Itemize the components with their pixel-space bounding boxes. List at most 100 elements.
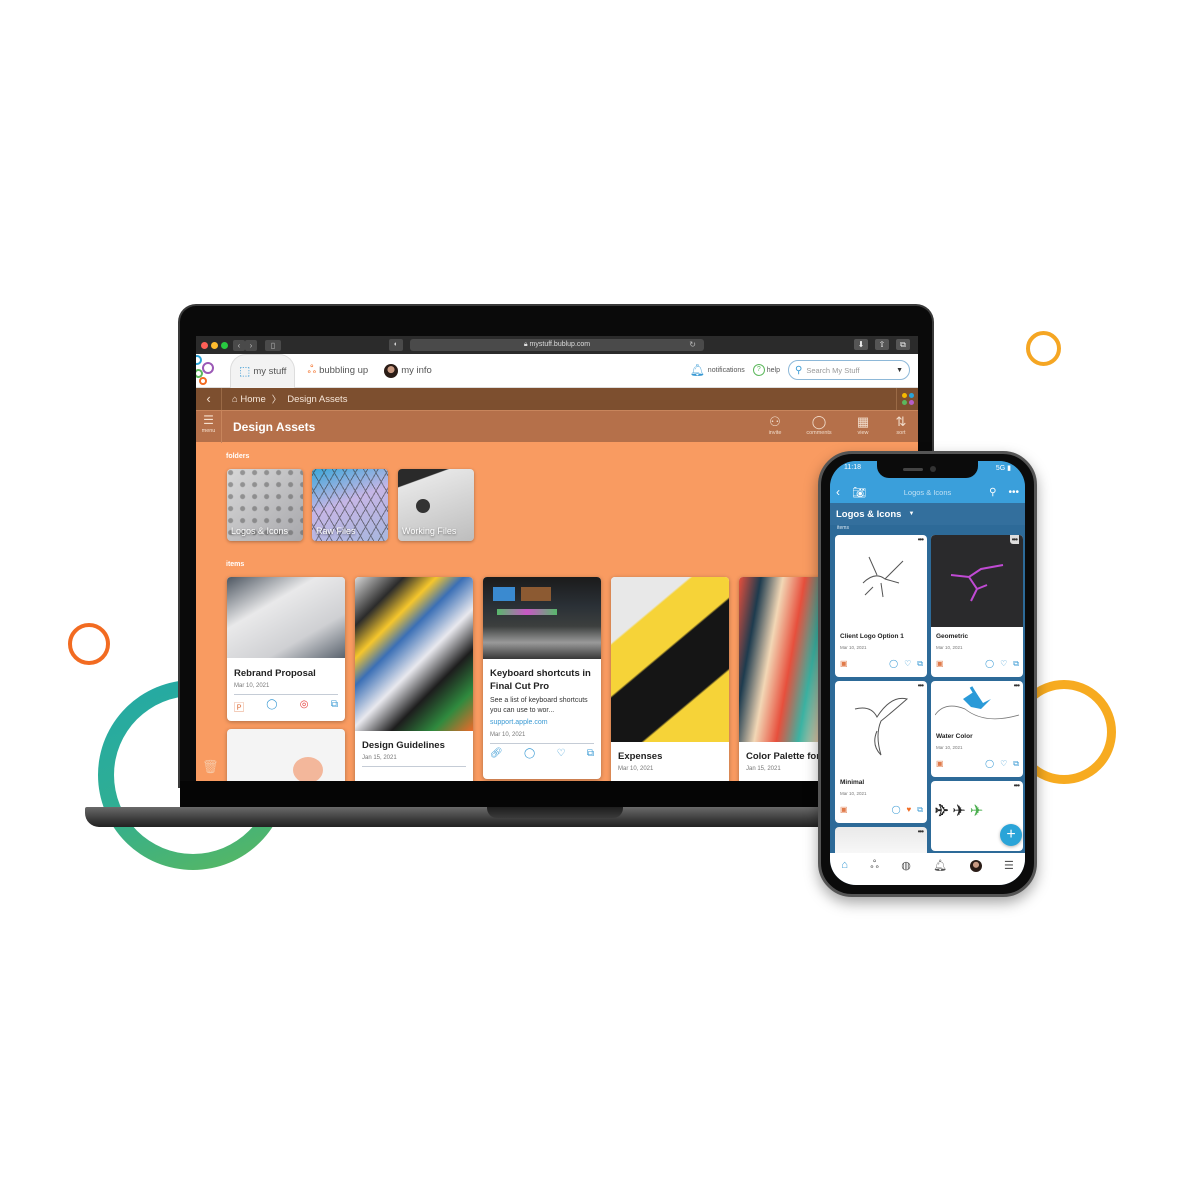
more-icon[interactable]: •••: [918, 681, 924, 690]
item-card[interactable]: Expenses Mar 10, 2021: [611, 577, 729, 781]
browser-back-button[interactable]: ‹: [233, 339, 245, 351]
phone-notch: [877, 461, 978, 478]
tab-bubbling-up[interactable]: ஃ: [870, 859, 879, 873]
folder-card[interactable]: Working Files: [398, 469, 474, 541]
copy-icon[interactable]: ⧉: [331, 699, 338, 714]
item-title: Expenses: [618, 751, 663, 762]
more-icon[interactable]: •••: [1014, 781, 1020, 790]
image-icon[interactable]: ▣: [840, 659, 848, 669]
item-thumbnail: [931, 535, 1023, 627]
share-button[interactable]: ⇧: [875, 339, 889, 350]
item-card[interactable]: Design Guidelines Jan 15, 2021: [355, 577, 473, 781]
search-input[interactable]: ⚲ Search My Stuff ▼: [788, 360, 910, 380]
dropdown-icon: ▼: [908, 511, 915, 517]
apps-grid-icon[interactable]: [896, 388, 918, 410]
item-card[interactable]: Rebrand Proposal Mar 10, 2021 🄿 ◯ ◎ ⧉: [227, 577, 345, 721]
image-icon[interactable]: ▣: [840, 805, 848, 815]
comments-button[interactable]: ◯ comments: [802, 414, 836, 437]
tab-my-info[interactable]: my info: [384, 363, 432, 378]
like-icon[interactable]: ♡: [557, 748, 566, 759]
back-button[interactable]: ‹: [196, 388, 222, 410]
browser-forward-button[interactable]: ›: [245, 339, 257, 351]
comment-icon: ◯: [811, 414, 827, 429]
status-signal: 5G ▮: [995, 465, 1011, 472]
download-button[interactable]: ⬇: [854, 339, 868, 350]
tab-bubbling-up[interactable]: ஃ bubbling up: [307, 364, 368, 378]
breadcrumb-home[interactable]: ⌂ Home: [232, 394, 266, 405]
phone-item-card[interactable]: ••• Client Logo Option 1 Mar 10, 2021 ▣ …: [835, 535, 927, 677]
tab-explore[interactable]: ◍: [901, 859, 911, 872]
copy-icon[interactable]: ⧉: [587, 748, 594, 759]
copy-icon[interactable]: ⧉: [917, 659, 923, 669]
phone-item-card[interactable]: ••• Minimal Mar 10, 2021 ▣ ◯ ♥ ⧉: [835, 681, 927, 823]
tab-my-stuff[interactable]: ⌂: [841, 859, 848, 871]
like-icon[interactable]: ♡: [1000, 659, 1007, 669]
more-icon[interactable]: •••: [1008, 487, 1019, 498]
comment-icon[interactable]: ◯: [266, 699, 277, 714]
comment-icon[interactable]: ◯: [524, 748, 535, 759]
tab-my-stuff[interactable]: ⬚ my stuff: [230, 353, 296, 388]
copy-icon[interactable]: ⧉: [917, 805, 923, 815]
item-card[interactable]: [227, 729, 345, 781]
minimize-window-button[interactable]: [211, 341, 218, 349]
browser-toolbar: ‹ › ▯ ◐ 🔒︎ mystuff.bublup.com ↻ ⬇ ⇧ ⧉: [196, 336, 918, 354]
lock-icon: 🔒︎: [523, 341, 528, 348]
menu-button[interactable]: ☰ menu: [196, 410, 222, 443]
target-icon[interactable]: ◎: [300, 699, 309, 714]
sidebar-toggle-button[interactable]: ▯: [265, 339, 281, 351]
comment-icon[interactable]: ◯: [985, 759, 994, 769]
item-title: Keyboard shortcuts in Final Cut Pro: [490, 668, 591, 692]
phone-item-date: Mar 10, 2021: [936, 645, 963, 650]
link-icon[interactable]: 🔗︎: [490, 748, 503, 759]
folder-card[interactable]: Logos & Icons: [227, 469, 303, 541]
view-button[interactable]: ▦ view: [852, 414, 874, 437]
like-icon[interactable]: ♡: [904, 659, 911, 669]
more-icon[interactable]: •••: [918, 535, 924, 544]
notifications-button[interactable]: 🔔︎ notifications: [690, 363, 745, 377]
item-title: Design Guidelines: [362, 740, 445, 751]
help-button[interactable]: ? help: [752, 364, 780, 376]
reload-icon[interactable]: ↻: [689, 339, 696, 351]
tab-profile[interactable]: [969, 860, 982, 872]
copy-icon[interactable]: ⧉: [1013, 659, 1019, 669]
image-icon[interactable]: ▣: [936, 759, 944, 769]
box-icon: ⬚: [239, 364, 251, 378]
bublup-logo[interactable]: [196, 354, 222, 388]
folder-card[interactable]: Raw Files: [312, 469, 388, 541]
liked-heart-icon[interactable]: ♥: [907, 805, 912, 815]
privacy-shield-icon[interactable]: ◐: [389, 339, 403, 351]
image-icon[interactable]: ▣: [936, 659, 944, 669]
comment-icon[interactable]: ◯: [889, 659, 898, 669]
phone-item-date: Mar 10, 2021: [840, 791, 867, 796]
more-icon[interactable]: •••: [1009, 535, 1019, 544]
tab-bubbling-up-label: bubbling up: [319, 365, 369, 376]
sort-button[interactable]: ⇅ sort: [890, 414, 912, 437]
comment-icon[interactable]: ◯: [892, 805, 901, 815]
comment-icon[interactable]: ◯: [985, 659, 994, 669]
phone-tab-bar: ⌂ ஃ ◍ 🔔︎ ☰: [830, 853, 1025, 885]
search-icon[interactable]: ⚲: [989, 487, 996, 498]
add-item-button[interactable]: +: [1000, 824, 1022, 846]
invite-button[interactable]: ⚇ invite: [764, 414, 786, 437]
powerpoint-icon[interactable]: 🄿: [234, 699, 244, 714]
phone-item-card[interactable]: ••• Water Color Mar 10, 2021 ▣ ◯ ♡ ⧉: [931, 681, 1023, 777]
close-window-button[interactable]: [201, 341, 208, 349]
view-icon: ▦: [856, 414, 870, 429]
tab-notifications[interactable]: 🔔︎: [933, 859, 947, 872]
search-dropdown-icon[interactable]: ▼: [896, 367, 903, 374]
more-icon[interactable]: •••: [918, 827, 924, 836]
address-bar[interactable]: 🔒︎ mystuff.bublup.com ↻: [410, 339, 704, 351]
tab-menu[interactable]: ☰: [1004, 859, 1014, 872]
trash-icon[interactable]: 🗑︎: [202, 759, 219, 775]
phone-header[interactable]: Logos & Icons ▼: [830, 503, 1025, 525]
like-icon[interactable]: ♡: [1000, 759, 1007, 769]
url-text: mystuff.bublup.com: [529, 341, 591, 348]
folder-name: Logos & Icons: [231, 526, 289, 536]
copy-icon[interactable]: ⧉: [1013, 759, 1019, 769]
maximize-window-button[interactable]: [221, 341, 228, 349]
tabs-overview-button[interactable]: ⧉: [896, 339, 910, 350]
sort-icon: ⇅: [895, 414, 907, 429]
item-link[interactable]: support.apple.com: [490, 719, 594, 726]
phone-item-card[interactable]: ••• Geometric Mar 10, 2021 ▣ ◯ ♡ ⧉: [931, 535, 1023, 677]
item-card[interactable]: Keyboard shortcuts in Final Cut Pro See …: [483, 577, 601, 779]
